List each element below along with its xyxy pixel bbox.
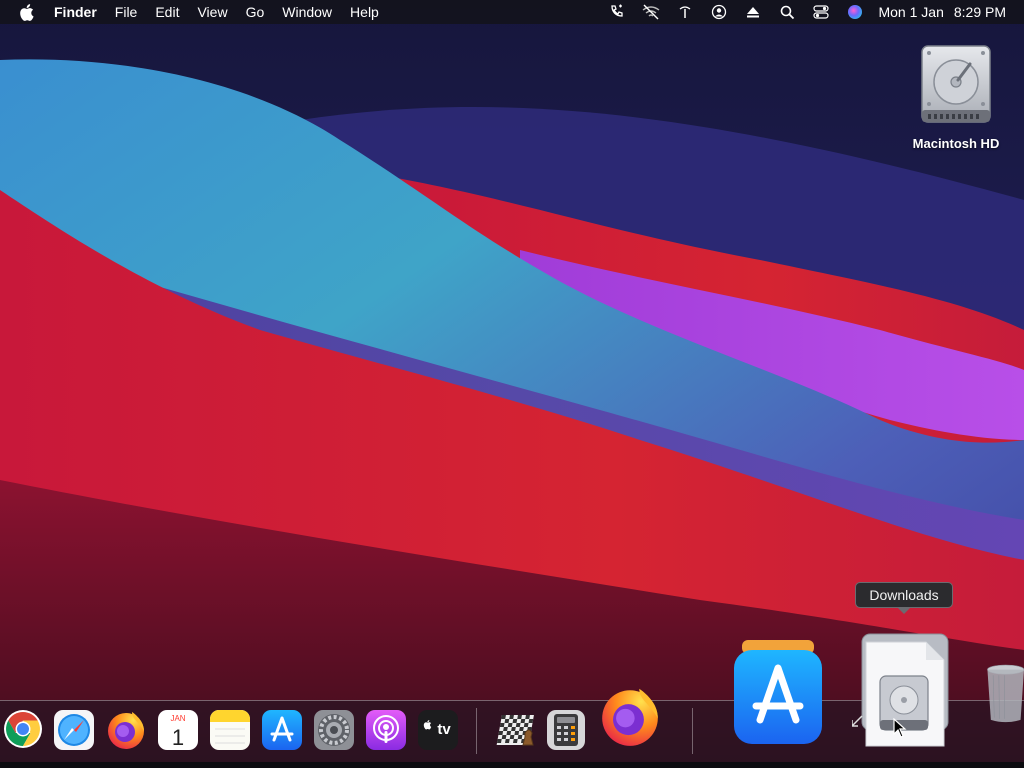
menu-file[interactable]: File <box>106 0 147 24</box>
apple-tv-icon: tv <box>418 710 458 750</box>
dock-app-chess[interactable] <box>494 708 538 752</box>
search-icon[interactable] <box>770 0 804 24</box>
dock-app-firefox[interactable] <box>104 706 148 752</box>
control-center-icon[interactable] <box>804 0 838 24</box>
dock-app-chrome[interactable] <box>2 708 44 750</box>
menu-clock[interactable]: Mon 1 Jan 8:29 PM <box>872 4 1006 20</box>
dock-separator <box>476 708 477 754</box>
dock-app-app-store-magnified[interactable] <box>732 640 824 746</box>
dock-app-firefox-magnified[interactable] <box>596 680 664 750</box>
chrome-icon <box>4 710 42 748</box>
podcasts-icon <box>366 710 406 750</box>
dock-tooltip: Downloads <box>855 582 953 608</box>
menu-edit[interactable]: Edit <box>146 0 188 24</box>
firefox-icon <box>108 712 144 749</box>
wifi-off-icon[interactable] <box>634 0 668 24</box>
menu-go[interactable]: Go <box>237 0 274 24</box>
apple-logo-icon[interactable] <box>0 0 52 24</box>
clock-time: 8:29 PM <box>953 4 1006 20</box>
mouse-cursor-icon <box>893 718 907 738</box>
hard-drive-icon <box>921 45 991 123</box>
user-icon[interactable] <box>702 0 736 24</box>
system-preferences-icon <box>314 710 354 750</box>
dock-app-calculator[interactable] <box>544 708 588 752</box>
dock-app-system-preferences[interactable] <box>312 708 356 752</box>
calendar-day: 1 <box>172 725 184 750</box>
calendar-month: JAN <box>170 714 185 723</box>
dock-app-podcasts[interactable] <box>364 708 408 752</box>
trash-icon <box>987 664 1024 723</box>
calendar-icon: JAN 1 <box>158 710 198 750</box>
notes-icon <box>210 710 250 750</box>
dock-app-safari[interactable] <box>52 708 96 752</box>
tooltip-arrow <box>897 607 911 614</box>
app-store-icon <box>734 640 822 744</box>
menu-view[interactable]: View <box>188 0 236 24</box>
menu-app-finder[interactable]: Finder <box>52 0 106 24</box>
dock-app-notes[interactable] <box>208 708 252 752</box>
dock-separator <box>692 708 693 754</box>
menu-help[interactable]: Help <box>341 0 388 24</box>
siri-icon[interactable] <box>838 0 872 24</box>
dock-app-app-store[interactable] <box>260 708 304 752</box>
antenna-icon[interactable] <box>668 0 702 24</box>
chess-icon <box>496 715 534 746</box>
dock-bottom-bar <box>0 762 1024 768</box>
calculator-icon <box>547 710 585 750</box>
eject-icon[interactable] <box>736 0 770 24</box>
desktop-icon-label: Macintosh HD <box>912 136 1000 151</box>
safari-icon <box>54 710 94 750</box>
menu-bar: Finder File Edit View Go Window Help Mon… <box>0 0 1024 24</box>
phone-icon[interactable] <box>600 0 634 24</box>
app-store-icon <box>262 710 302 750</box>
menu-window[interactable]: Window <box>273 0 341 24</box>
clock-date: Mon 1 Jan <box>878 4 944 20</box>
firefox-icon <box>602 688 658 746</box>
dock-app-tv[interactable]: tv <box>416 708 460 752</box>
tv-label: tv <box>437 721 451 738</box>
dock-app-calendar[interactable]: JAN 1 <box>156 708 200 752</box>
desktop-icon-macintosh-hd[interactable]: Macintosh HD <box>896 42 1016 151</box>
dock-app-trash[interactable] <box>984 638 1024 748</box>
